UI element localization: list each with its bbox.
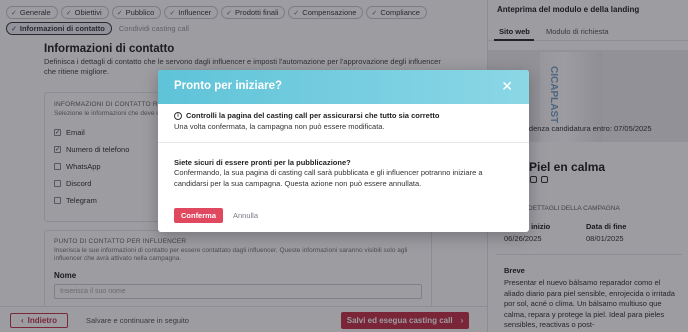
notice-title: Controlli la pagina del casting call per… [186,111,440,120]
modal-title: Pronto per iniziare? [174,80,282,92]
info-icon: i [174,111,182,120]
confirm-text: Confermando, la sua pagina di casting ca… [174,168,483,188]
modal-notice: i Controlli la pagina del casting call p… [174,111,514,131]
cancel-button[interactable]: Annulla [233,211,258,220]
notice-text: Una volta confermata, la campagna non pu… [174,122,385,131]
confirm-button[interactable]: Conferma [174,208,223,223]
close-icon[interactable]: ✕ [501,78,513,94]
confirm-question: Siete sicuri di essere pronti per la pub… [174,158,351,167]
confirm-publish-modal: Pronto per iniziare? ✕ i Controlli la pa… [158,70,529,232]
modal-divider [158,142,529,143]
modal-header: Pronto per iniziare? ✕ [158,70,529,104]
